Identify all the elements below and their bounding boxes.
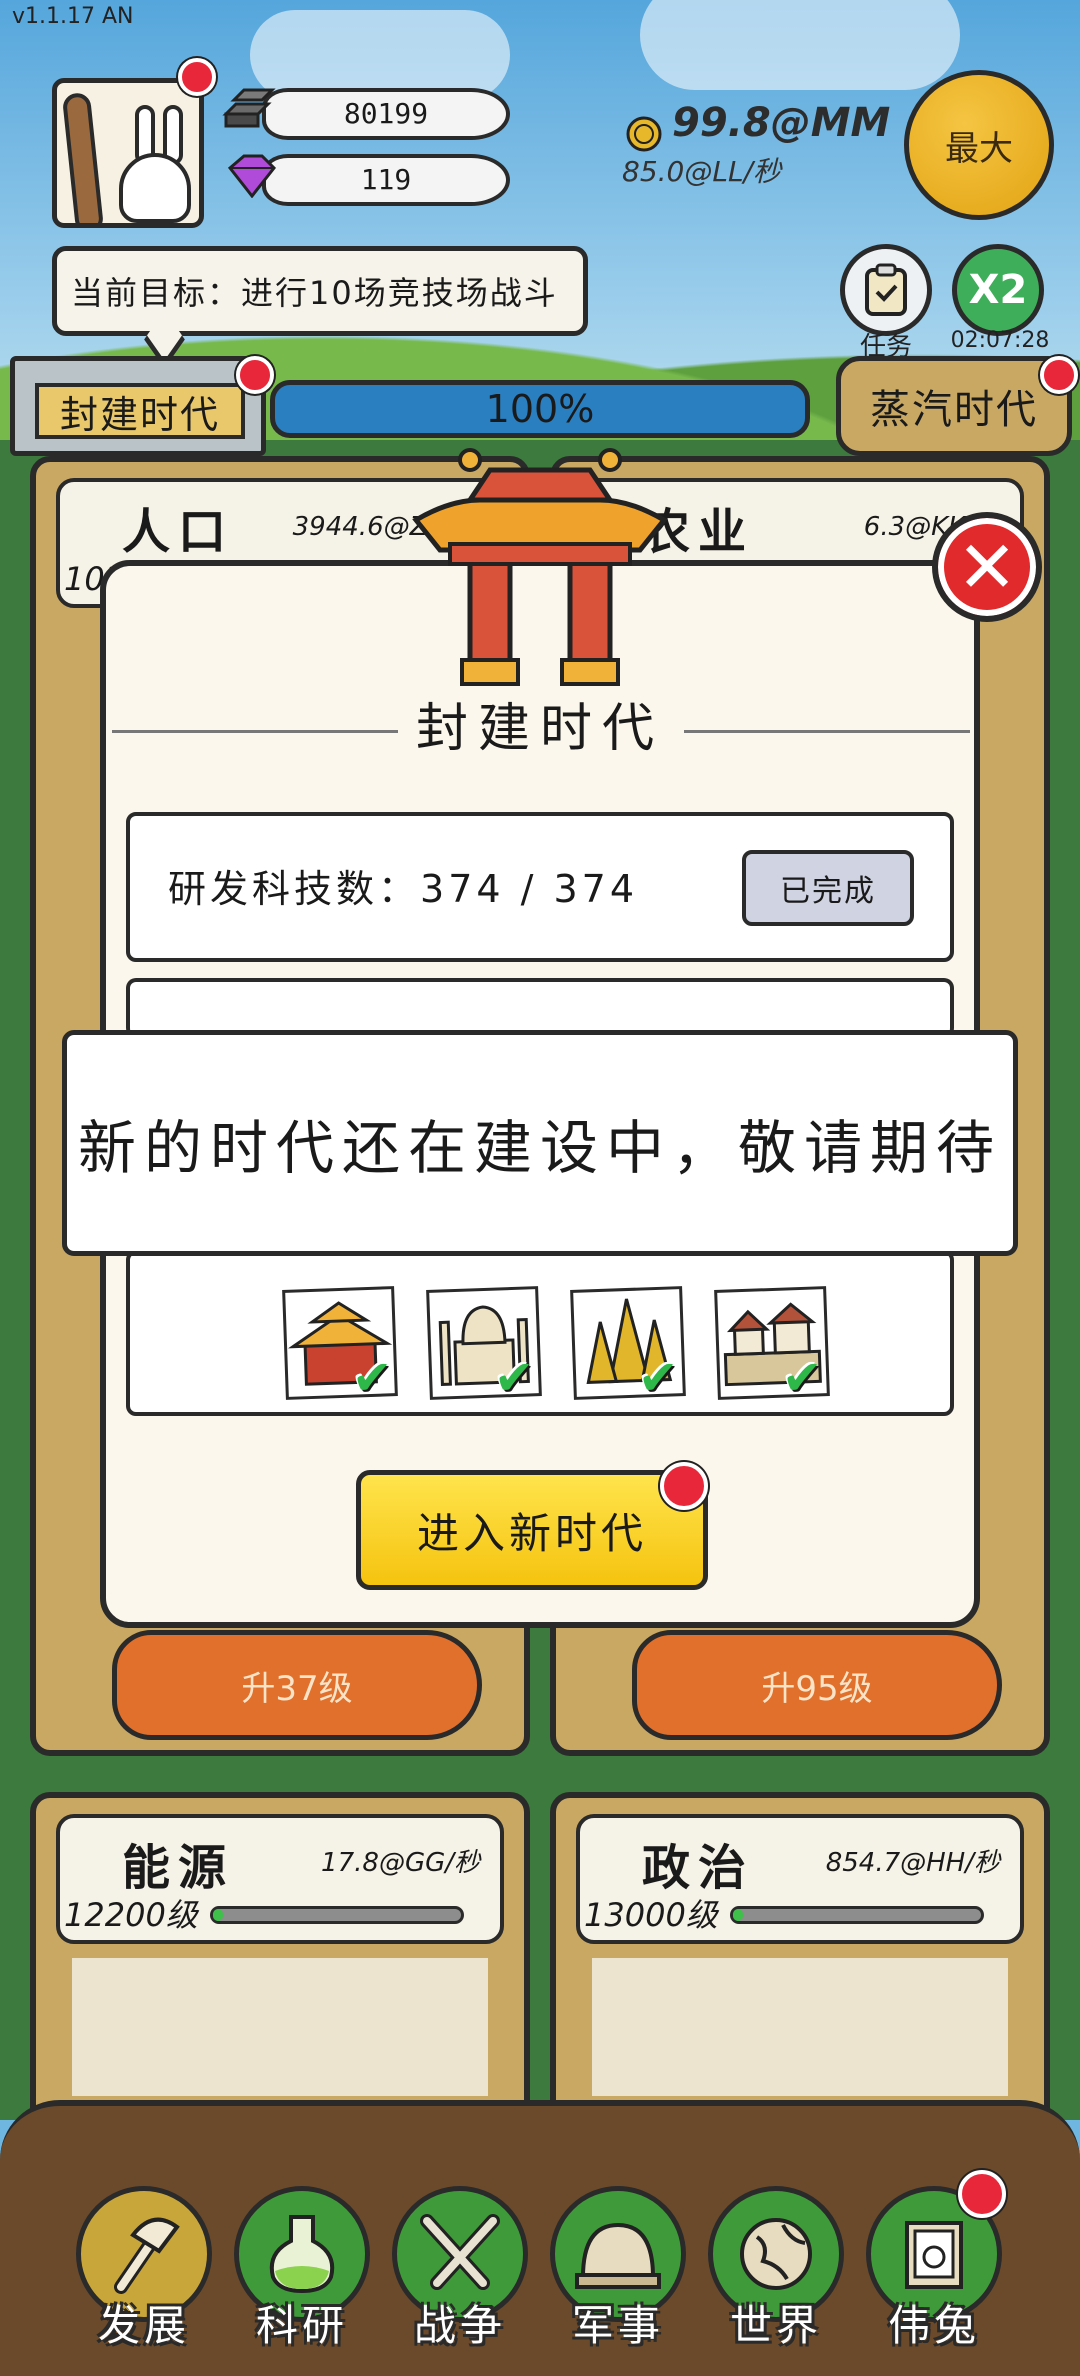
current-goal[interactable]: 当前目标：进行10场竞技场战斗 [52, 246, 588, 336]
upgrade-button[interactable]: 升37级 [112, 1630, 482, 1740]
checkmark-icon: ✔ [494, 1350, 535, 1406]
modal-title: 封建时代 [415, 699, 664, 759]
nav-research-label: 科研 [255, 2301, 348, 2350]
card-title: 能源 [122, 1840, 235, 1896]
coin-rate: 85.0@LL/秒 [622, 155, 781, 188]
club-icon [61, 91, 105, 223]
card-title: 人口 [122, 504, 235, 560]
nav-great-rabbit-label: 伟兔 [887, 2301, 980, 2350]
purple-gem-icon [227, 154, 277, 198]
coin-amount: 99.8@MM [672, 100, 891, 146]
current-era-badge[interactable]: 封建时代 [10, 356, 266, 456]
iron-ingot-icon [222, 88, 276, 128]
energy-card[interactable]: 能源 17.8@GG/秒 12200级 [30, 1792, 530, 2132]
politics-card[interactable]: 政治 854.7@HH/秒 13000级 [550, 1792, 1050, 2132]
upgrade-button[interactable]: 升95级 [632, 1630, 1002, 1740]
nav-war-label: 战争 [413, 2301, 506, 2350]
next-era-notification-dot [1040, 356, 1078, 394]
nav-military-label: 军事 [571, 2301, 664, 2350]
feudal-gate-icon [412, 448, 668, 686]
gem-counter: 119 [262, 154, 510, 206]
close-modal-button[interactable]: ✕ [932, 512, 1042, 622]
era-progress-bar: 100% [270, 380, 810, 438]
double-boost-button[interactable]: X2 [952, 244, 1044, 336]
completed-status-button: 已完成 [742, 850, 914, 926]
checkmark-icon: ✔ [352, 1350, 393, 1406]
card-level: 13000级 [584, 1896, 718, 1934]
boost-timer: 02:07:28 [950, 328, 1050, 353]
ingot-counter: 80199 [262, 88, 510, 140]
coming-soon-banner: 新的时代还在建设中，敬请期待 [62, 1030, 1018, 1256]
card-rate: 854.7@HH/秒 [825, 1848, 1000, 1878]
tech-requirement-label: 研发科技数： [168, 867, 421, 911]
checkmark-icon: ✔ [638, 1350, 679, 1406]
task-button[interactable] [840, 244, 932, 336]
tech-requirement-progress: 374 / 374 [420, 867, 639, 911]
second-requirement-row [126, 978, 954, 1038]
cloud [640, 0, 960, 90]
card-level: 12200级 [64, 1896, 198, 1934]
card-progress [210, 1906, 464, 1924]
avatar-notification-dot [178, 58, 216, 96]
enter-new-era-button[interactable]: 进入新时代 [356, 1470, 708, 1590]
card-title: 政治 [642, 1840, 755, 1896]
card-progress [730, 1906, 984, 1924]
enter-notification-dot [660, 1462, 708, 1510]
tech-requirement-text: 研发科技数：374 / 374 [168, 858, 638, 913]
energy-illustration [72, 1958, 488, 2096]
card-header: 能源 17.8@GG/秒 12200级 [56, 1814, 504, 1944]
cloud [250, 10, 510, 100]
current-era-label: 封建时代 [35, 383, 245, 439]
clipboard-icon [865, 263, 907, 316]
nav-development-label: 发展 [97, 2301, 190, 2350]
bunny-avatar-icon [119, 153, 191, 223]
max-button[interactable]: 最大 [904, 70, 1054, 220]
card-rate: 17.8@GG/秒 [321, 1848, 480, 1878]
nav-notification-dot [958, 2170, 1006, 2218]
next-era-button[interactable]: 蒸汽时代 [836, 356, 1072, 456]
card-header: 政治 854.7@HH/秒 13000级 [576, 1814, 1024, 1944]
coin-icon [626, 116, 662, 152]
player-avatar[interactable] [52, 78, 204, 228]
nav-world-label: 世界 [729, 2301, 822, 2350]
era-notification-dot [236, 356, 274, 394]
checkmark-icon: ✔ [782, 1350, 823, 1406]
version-label: v1.1.17 AN [12, 4, 134, 29]
politics-illustration [592, 1958, 1008, 2096]
